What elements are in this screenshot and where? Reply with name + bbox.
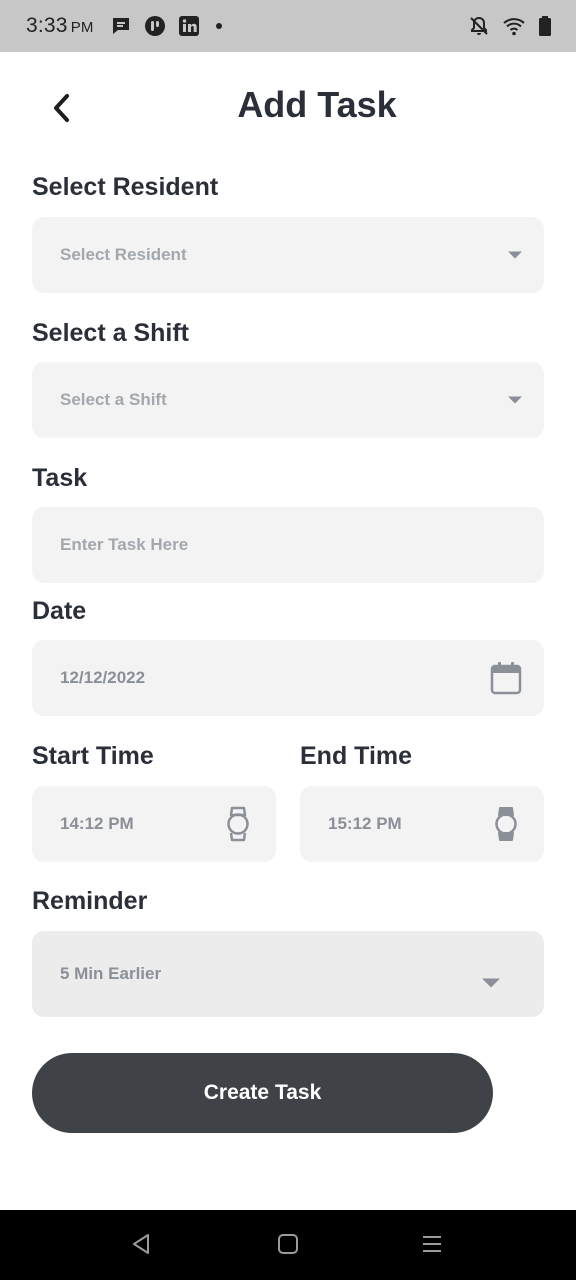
resident-label: Select Resident bbox=[32, 173, 219, 201]
watch-icon bbox=[226, 806, 250, 842]
create-task-button[interactable]: Create Task bbox=[32, 1053, 493, 1133]
system-icons bbox=[468, 15, 552, 37]
page-title: Add Task bbox=[237, 84, 397, 125]
task-placeholder: Enter Task Here bbox=[60, 535, 189, 554]
status-clock: 3:33 bbox=[26, 14, 68, 37]
nav-back-icon[interactable] bbox=[130, 1232, 152, 1256]
wifi-icon bbox=[503, 18, 525, 36]
task-input[interactable]: Enter Task Here bbox=[32, 507, 544, 583]
end-time-field[interactable]: 15:12 PM bbox=[300, 786, 544, 862]
battery-icon bbox=[539, 16, 551, 36]
shift-placeholder: Select a Shift bbox=[60, 390, 167, 409]
start-time-value: 14:12 PM bbox=[60, 814, 134, 833]
date-value: 12/12/2022 bbox=[60, 668, 146, 687]
end-time-value: 15:12 PM bbox=[328, 814, 402, 833]
reminder-dropdown[interactable]: 5 Min Earlier bbox=[32, 931, 544, 1017]
calendar-icon[interactable] bbox=[490, 661, 522, 695]
nav-menu-icon[interactable] bbox=[421, 1232, 443, 1256]
status-time: 3:33 PM bbox=[26, 14, 94, 38]
notification-icons bbox=[110, 15, 222, 37]
resident-placeholder: Select Resident bbox=[60, 245, 187, 264]
watch-icon bbox=[494, 806, 518, 842]
system-nav-bar bbox=[0, 1210, 576, 1280]
date-field[interactable]: 12/12/2022 bbox=[32, 640, 544, 716]
end-time-label: End Time bbox=[300, 742, 413, 770]
caret-down-icon bbox=[482, 978, 500, 988]
start-time-label: Start Time bbox=[32, 742, 154, 770]
linkedin-icon bbox=[178, 16, 199, 36]
nav-home-icon[interactable] bbox=[277, 1232, 299, 1256]
app-notification-icon bbox=[144, 16, 165, 36]
status-ampm: PM bbox=[70, 19, 94, 36]
reminder-label: Reminder bbox=[32, 887, 148, 915]
message-icon bbox=[112, 18, 129, 34]
start-time-field[interactable]: 14:12 PM bbox=[32, 786, 276, 862]
shift-label: Select a Shift bbox=[32, 319, 189, 347]
bell-off-icon bbox=[470, 16, 488, 35]
shift-dropdown[interactable]: Select a Shift bbox=[32, 362, 544, 438]
reminder-value: 5 Min Earlier bbox=[60, 964, 162, 983]
caret-down-icon bbox=[508, 396, 522, 404]
task-label: Task bbox=[32, 464, 88, 492]
caret-down-icon bbox=[508, 251, 522, 259]
status-bar: 3:33 PM bbox=[0, 0, 576, 52]
resident-dropdown[interactable]: Select Resident bbox=[32, 217, 544, 293]
more-notifications-dot bbox=[215, 23, 222, 29]
date-label: Date bbox=[32, 597, 87, 625]
